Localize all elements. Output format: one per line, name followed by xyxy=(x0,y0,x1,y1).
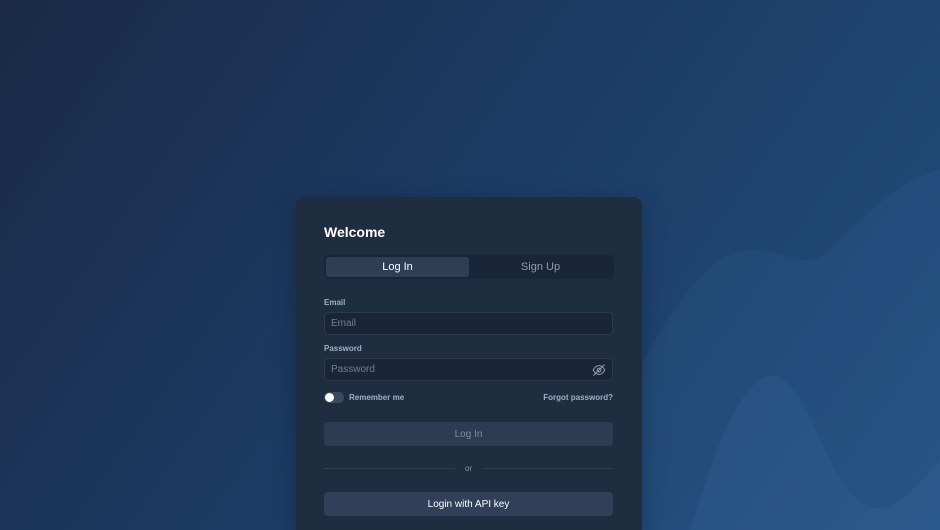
password-label: Password xyxy=(324,344,362,353)
login-with-api-key-button[interactable]: Login with API key xyxy=(324,492,613,516)
divider-label: or xyxy=(464,463,473,473)
log-in-button[interactable]: Log In xyxy=(324,422,613,446)
email-field-wrapper xyxy=(324,312,613,335)
options-row: Remember me Forgot password? xyxy=(324,391,613,403)
tab-log-in[interactable]: Log In xyxy=(326,257,469,277)
forgot-password-link[interactable]: Forgot password? xyxy=(543,393,613,402)
login-card: Welcome Log In Sign Up Email Password Re… xyxy=(296,197,642,530)
card-title: Welcome xyxy=(324,224,386,240)
or-divider: or xyxy=(324,463,613,473)
eye-off-icon[interactable] xyxy=(592,363,606,377)
email-input[interactable] xyxy=(325,313,612,334)
password-field-wrapper xyxy=(324,358,613,381)
divider-line-left xyxy=(324,467,455,469)
tab-sign-up[interactable]: Sign Up xyxy=(469,257,612,277)
remember-me-toggle[interactable] xyxy=(324,391,344,403)
auth-tabs: Log In Sign Up xyxy=(324,255,614,279)
password-input[interactable] xyxy=(325,359,612,380)
remember-me-label: Remember me xyxy=(349,392,405,402)
divider-line-right xyxy=(482,467,613,469)
remember-me: Remember me xyxy=(324,391,405,403)
toggle-knob xyxy=(325,392,334,402)
email-label: Email xyxy=(324,298,346,307)
